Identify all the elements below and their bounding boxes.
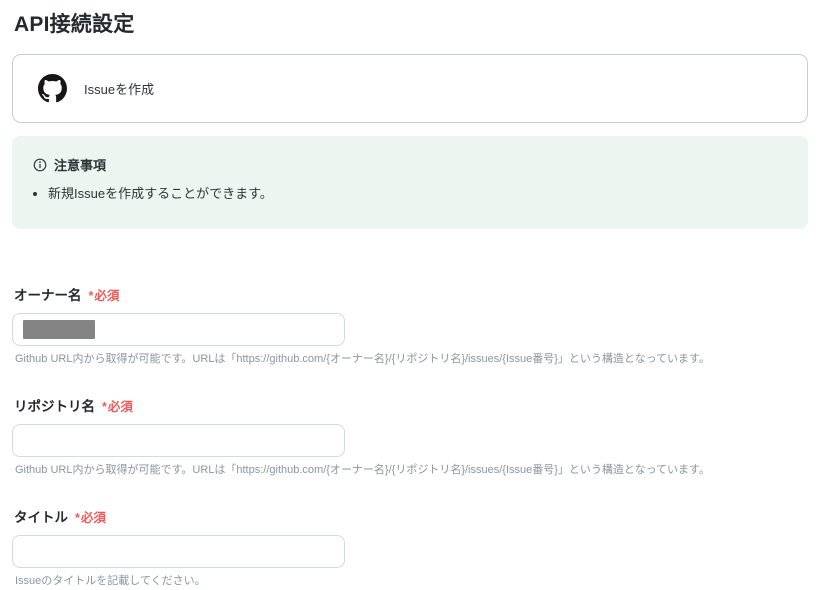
- notice-header: 注意事項: [33, 155, 788, 174]
- field-repository-name: リポジトリ名 *必須 Github URL内から取得が可能です。URLは「htt…: [12, 395, 808, 478]
- required-label: 必須: [107, 399, 133, 414]
- required-label: 必須: [94, 288, 120, 303]
- field-title: タイトル *必須 Issueのタイトルを記載してください。: [12, 506, 808, 589]
- title-input[interactable]: [12, 535, 345, 569]
- action-card-label: Issueを作成: [84, 82, 155, 97]
- github-icon: [38, 74, 67, 103]
- repository-name-input[interactable]: [12, 423, 345, 457]
- field-label: タイトル: [14, 510, 68, 526]
- field-label-row: オーナー名 *必須: [14, 284, 808, 304]
- notice-item: 新規Issueを作成することができます。: [48, 184, 788, 204]
- field-label: リポジトリ名: [14, 398, 95, 414]
- api-settings-page: API接続設定 Issueを作成 注意事項 新規Issueを作成することができま…: [0, 0, 826, 590]
- field-helper-text: Issueのタイトルを記載してください。: [15, 575, 206, 588]
- action-card-create-issue[interactable]: Issueを作成: [12, 54, 808, 123]
- field-helper-text: Github URL内から取得が可能です。URLは「https://github…: [15, 352, 710, 365]
- info-icon: [33, 158, 47, 171]
- notice-box: 注意事項 新規Issueを作成することができます。: [12, 136, 808, 229]
- field-label-row: タイトル *必須: [14, 506, 808, 526]
- field-helper-text: Github URL内から取得が可能です。URLは「https://github…: [15, 463, 710, 476]
- required-label: 必須: [80, 511, 106, 526]
- required-badge: *必須: [102, 396, 133, 415]
- notice-list: 新規Issueを作成することができます。: [33, 184, 788, 204]
- required-asterisk: *: [102, 399, 107, 414]
- field-owner-name: オーナー名 *必須 Github URL内から取得が可能です。URLは「http…: [12, 284, 808, 367]
- required-badge: *必須: [89, 285, 120, 304]
- required-badge: *必須: [75, 507, 106, 526]
- required-asterisk: *: [88, 288, 94, 303]
- masked-value: [23, 319, 95, 339]
- required-asterisk: *: [75, 511, 80, 526]
- field-label: オーナー名: [14, 287, 82, 303]
- field-label-row: リポジトリ名 *必須: [14, 395, 808, 415]
- notice-title: 注意事項: [54, 158, 107, 173]
- page-title: API接続設定: [14, 13, 135, 36]
- owner-name-input[interactable]: [12, 312, 345, 346]
